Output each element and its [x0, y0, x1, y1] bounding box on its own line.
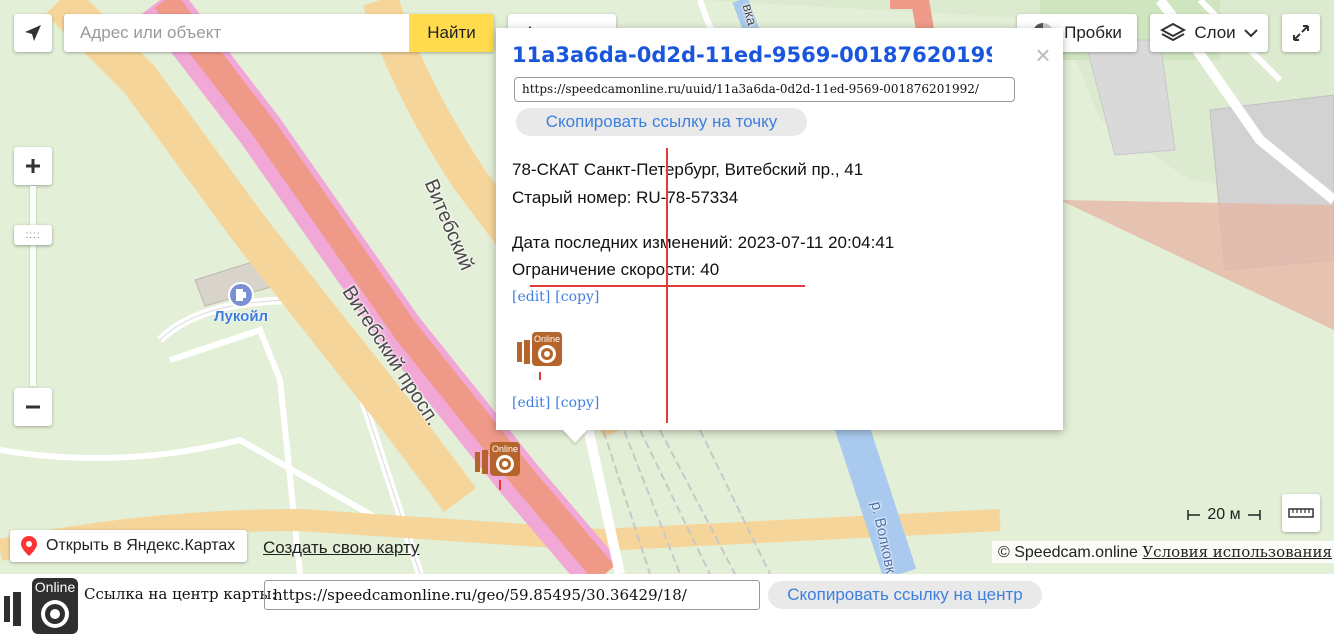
map-copyright: © Speedcam.online Условия использования [992, 541, 1334, 563]
copy-center-link-button[interactable]: Скопировать ссылку на центр [768, 581, 1042, 609]
ruler-button[interactable] [1282, 494, 1320, 532]
copyright-text: © Speedcam.online [998, 544, 1138, 561]
traffic-label: Пробки [1064, 23, 1122, 42]
gas-station-icon[interactable] [228, 282, 254, 308]
expand-icon [1293, 25, 1309, 41]
search-input[interactable] [64, 14, 409, 52]
location-arrow-icon [25, 25, 41, 41]
balloon-url-field[interactable]: https://speedcamonline.ru/uuid/11a3a6da-… [514, 77, 1015, 102]
terms-link[interactable]: Условия использования [1142, 543, 1332, 561]
search-button[interactable]: Найти [409, 14, 494, 52]
chevron-down-icon [1243, 29, 1258, 38]
zoom-slider-track[interactable] [30, 186, 36, 386]
search-box: Найти [64, 14, 494, 52]
edit-links-2: [edit] [copy] [512, 395, 604, 411]
speedcam-logo-icon: Online [4, 578, 78, 634]
close-icon[interactable]: × [1032, 42, 1054, 68]
copy-link[interactable]: [copy] [555, 289, 599, 305]
zoom-out-button[interactable] [14, 388, 52, 426]
crosshair-horizontal [530, 285, 805, 287]
open-in-yandex-label: Открыть в Яндекс.Картах [46, 537, 236, 554]
geolocation-button[interactable] [14, 14, 52, 52]
scale-bar-left [1187, 510, 1201, 520]
zoom-slider-handle[interactable]: :::: [14, 225, 52, 245]
poi-label-lukoil[interactable]: Лукойл [214, 308, 268, 325]
zoom-in-button[interactable] [14, 147, 52, 185]
scale-bar-right [1247, 510, 1261, 520]
layers-button[interactable]: Слои [1150, 14, 1268, 52]
ruler-icon [1288, 508, 1314, 518]
balloon-tail [562, 429, 588, 443]
copy-point-link-button[interactable]: Скопировать ссылку на точку [516, 108, 807, 136]
center-url-field[interactable]: https://speedcamonline.ru/geo/59.85495/3… [264, 580, 760, 610]
layers-label: Слои [1194, 23, 1236, 42]
camera-marker-icon[interactable]: Online [472, 440, 524, 492]
scale-label: 20 м [1207, 506, 1241, 523]
camera-type-label: Online [534, 334, 560, 344]
camera-address: 78-СКАТ Санкт-Петербург, Витебский пр., … [512, 160, 864, 179]
create-map-link[interactable]: Создать свою карту [263, 538, 419, 558]
layers-icon [1160, 22, 1187, 42]
edit-link[interactable]: [edit] [512, 395, 550, 411]
edit-links-1: [edit] [copy] [512, 289, 604, 305]
map-scale: 20 м [1176, 505, 1272, 525]
camera-old-number: Старый номер: RU-78-57334 [512, 188, 739, 207]
plus-icon [26, 159, 40, 173]
camera-type-icon: Online [517, 332, 562, 380]
map-pin-icon [21, 536, 37, 556]
open-in-yandex-button[interactable]: Открыть в Яндекс.Картах [10, 530, 247, 562]
camera-speed-limit: Ограничение скорости: 40 [512, 260, 720, 279]
camera-last-change: Дата последних изменений: 2023-07-11 20:… [512, 233, 895, 252]
fullscreen-button[interactable] [1282, 14, 1320, 52]
balloon-uuid-title[interactable]: 11a3a6da-0d2d-11ed-9569-001876201992 [512, 40, 992, 70]
center-link-label: Ссылка на центр карты: [84, 585, 277, 603]
copy-link[interactable]: [copy] [555, 395, 599, 411]
minus-icon [26, 405, 40, 409]
camera-marker-label: Online [492, 444, 518, 454]
edit-link[interactable]: [edit] [512, 289, 550, 305]
logo-text: Online [35, 579, 76, 595]
